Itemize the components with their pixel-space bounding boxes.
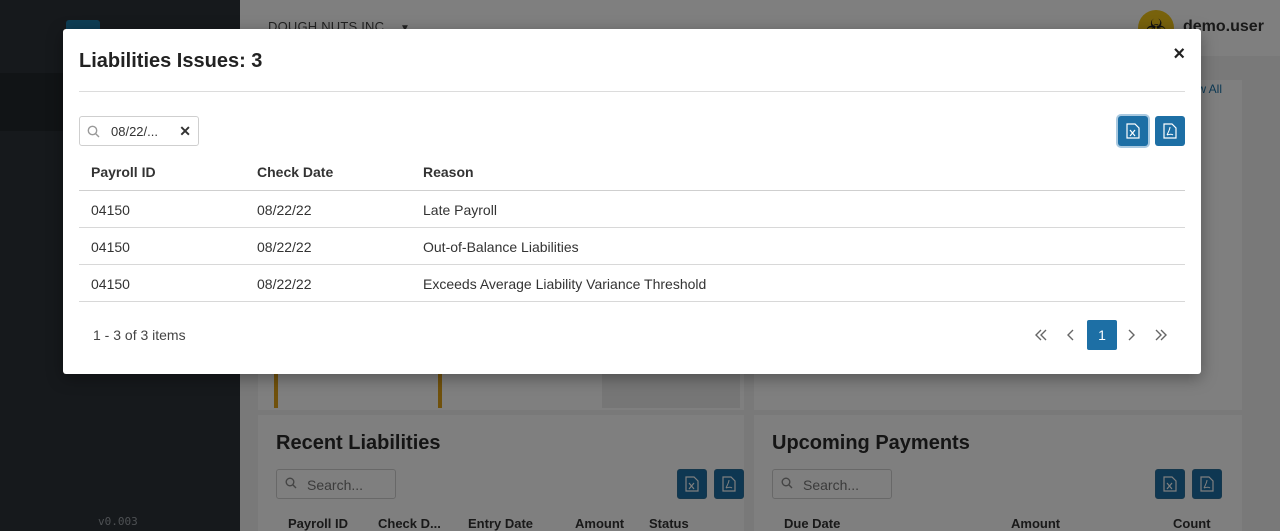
clear-icon[interactable]: ✕ [179, 123, 191, 140]
search-icon [87, 125, 100, 138]
last-page-icon[interactable] [1146, 320, 1176, 350]
table-row[interactable]: 04150 08/22/22 Exceeds Average Liability… [79, 265, 1185, 302]
column-header-payroll-id[interactable]: Payroll ID [91, 164, 156, 180]
cell-check-date: 08/22/22 [257, 276, 312, 292]
cell-check-date: 08/22/22 [257, 239, 312, 255]
close-icon[interactable]: × [1173, 43, 1185, 65]
cell-payroll-id: 04150 [91, 202, 130, 218]
prev-page-icon[interactable] [1056, 320, 1086, 350]
cell-payroll-id: 04150 [91, 239, 130, 255]
table-row[interactable]: 04150 08/22/22 Out-of-Balance Liabilitie… [79, 228, 1185, 265]
liabilities-issues-dialog: Liabilities Issues: 3 × 08/22/... ✕ Payr… [63, 29, 1201, 374]
issues-table: Payroll ID Check Date Reason 04150 08/22… [79, 154, 1185, 302]
pdf-export-button[interactable] [1155, 116, 1185, 146]
table-header: Payroll ID Check Date Reason [79, 154, 1185, 191]
pdf-export-icon [1163, 123, 1177, 139]
column-header-reason[interactable]: Reason [423, 164, 474, 180]
filter-value: 08/22/... [111, 124, 158, 139]
column-header-check-date[interactable]: Check Date [257, 164, 333, 180]
table-row[interactable]: 04150 08/22/22 Late Payroll [79, 191, 1185, 228]
cell-reason: Exceeds Average Liability Variance Thres… [423, 276, 707, 292]
page-1-button[interactable]: 1 [1087, 320, 1117, 350]
filter-input[interactable]: 08/22/... ✕ [79, 116, 199, 146]
cell-check-date: 08/22/22 [257, 202, 312, 218]
cell-payroll-id: 04150 [91, 276, 130, 292]
next-page-icon[interactable] [1116, 320, 1146, 350]
excel-export-icon [1126, 123, 1140, 139]
dialog-title: Liabilities Issues: 3 [79, 50, 263, 72]
excel-export-button[interactable] [1118, 116, 1148, 146]
divider [79, 91, 1185, 92]
cell-reason: Late Payroll [423, 202, 497, 218]
pager-info: 1 - 3 of 3 items [93, 327, 186, 343]
cell-reason: Out-of-Balance Liabilities [423, 239, 579, 255]
first-page-icon[interactable] [1026, 320, 1056, 350]
